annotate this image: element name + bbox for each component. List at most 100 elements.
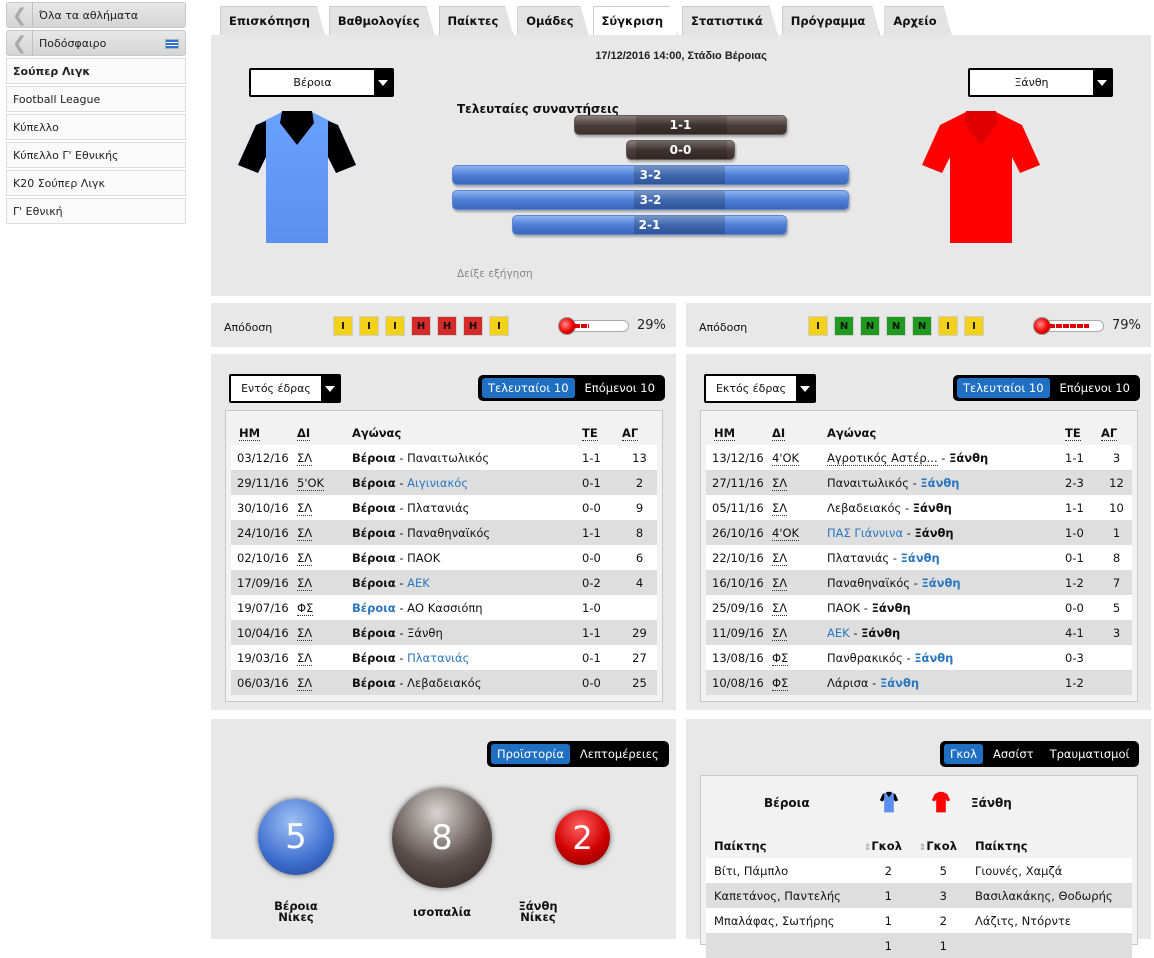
away-player[interactable]: Βασιλακάκης, Θοδωρής	[961, 883, 1132, 908]
form-result-badge[interactable]: I	[333, 316, 353, 336]
match-competition[interactable]: ΣΛ	[297, 675, 313, 691]
match-row[interactable]: 13/08/16 ΦΣ Πανθρακικός - Ξάνθη 0-3	[706, 645, 1132, 670]
match-competition[interactable]: ΣΛ	[772, 475, 788, 491]
team-2[interactable]: Ξάνθη	[913, 501, 952, 515]
match-competition[interactable]: ΣΛ	[772, 625, 788, 641]
match-row[interactable]: 16/10/16 ΣΛ Παναθηναϊκός - Ξάνθη 1-2 7	[706, 570, 1132, 595]
form-result-badge[interactable]: H	[437, 316, 457, 336]
team-2[interactable]: Πλατανιάς	[407, 651, 469, 665]
form-result-badge[interactable]: H	[463, 316, 483, 336]
team-2[interactable]: Πλατανιάς	[407, 501, 469, 515]
goals-button[interactable]: Γκολ	[944, 744, 984, 764]
col-competition[interactable]: ΔΙ	[297, 426, 311, 441]
col-away-goals[interactable]: ⇕Γκολ	[906, 828, 961, 858]
home-venue-select[interactable]: Εντός έδρας	[229, 374, 341, 403]
form-result-badge[interactable]: I	[385, 316, 405, 336]
match-row[interactable]: 17/09/16 ΣΛ Βέροια - ΑΕΚ 0-2 4	[231, 570, 657, 595]
match-competition[interactable]: ΣΛ	[772, 550, 788, 566]
sidebar-back-football[interactable]: ❮ Ποδόσφαιρο	[6, 30, 186, 56]
away-last10-button[interactable]: Τελευταίοι 10	[957, 378, 1050, 398]
form-result-badge[interactable]: I	[964, 316, 984, 336]
match-competition[interactable]: ΣΛ	[772, 500, 788, 516]
team-1[interactable]: ΠΑΟΚ	[827, 601, 860, 615]
team-1[interactable]: Βέροια	[352, 676, 396, 690]
history-button[interactable]: Προϊστορία	[491, 744, 570, 764]
match-competition[interactable]: ΣΛ	[297, 525, 313, 541]
show-explanation-link[interactable]: Δείξε εξήγηση	[457, 268, 533, 280]
team-2[interactable]: Λεβαδειακός	[407, 676, 481, 690]
col-date[interactable]: ΗΜ	[239, 426, 261, 441]
team-2[interactable]: Ξάνθη	[872, 601, 911, 615]
col-round[interactable]: ΑΓ	[1101, 426, 1118, 441]
team-1[interactable]: Βέροια	[352, 601, 396, 615]
match-row[interactable]: 27/11/16 ΣΛ Παναιτωλικός - Ξάνθη 2-3 12	[706, 470, 1132, 495]
home-player[interactable]: Καπετάνος, Παντελής	[706, 883, 851, 908]
away-player[interactable]: Γιουνές, Χαμζά	[961, 858, 1132, 883]
match-row[interactable]: 26/10/16 4'ΟΚ ΠΑΣ Γιάννινα - Ξάνθη 1-0 1	[706, 520, 1132, 545]
injuries-button[interactable]: Τραυματισμοί	[1044, 744, 1136, 764]
team-1[interactable]: Βέροια	[352, 476, 396, 490]
meeting-bar[interactable]: 2-1	[512, 215, 787, 235]
team-1[interactable]: ΠΑΣ Γιάννινα	[827, 526, 903, 540]
team-1[interactable]: Λεβαδειακός	[827, 501, 901, 515]
team-1[interactable]: Λάρισα	[827, 676, 869, 690]
match-row[interactable]: 05/11/16 ΣΛ Λεβαδειακός - Ξάνθη 1-1 10	[706, 495, 1132, 520]
meeting-bar[interactable]: 0-0	[626, 140, 735, 160]
sidebar-item-cup[interactable]: Κύπελλο	[6, 114, 186, 140]
col-competition[interactable]: ΔΙ	[772, 426, 786, 441]
match-competition[interactable]: ΣΛ	[772, 575, 788, 591]
team-1[interactable]: Αγροτικός Αστέρ...	[827, 450, 938, 466]
col-date[interactable]: ΗΜ	[714, 426, 736, 441]
form-result-badge[interactable]: I	[359, 316, 379, 336]
team-2[interactable]: Ξάνθη	[407, 626, 443, 640]
tab-teams[interactable]: Ομάδες	[517, 6, 588, 35]
match-row[interactable]: 11/09/16 ΣΛ ΑΕΚ - Ξάνθη 4-1 3	[706, 620, 1132, 645]
assists-button[interactable]: Ασσίστ	[987, 744, 1040, 764]
team-2[interactable]: Παναθηναϊκός	[407, 526, 490, 540]
team-1[interactable]: Βέροια	[352, 551, 396, 565]
form-result-badge[interactable]: N	[886, 316, 906, 336]
match-competition[interactable]: ΣΛ	[297, 575, 313, 591]
match-competition[interactable]: ΦΣ	[772, 675, 789, 691]
team-2[interactable]: Ξάνθη	[901, 551, 940, 565]
team-2[interactable]: ΑΟ Κασσιόπη	[407, 601, 482, 615]
tab-archive[interactable]: Αρχείο	[884, 6, 951, 35]
team-1[interactable]: Βέροια	[352, 501, 396, 515]
sidebar-item-super-league[interactable]: Σούπερ Λιγκ	[6, 58, 186, 84]
match-row[interactable]: 22/10/16 ΣΛ Πλατανιάς - Ξάνθη 0-1 8	[706, 545, 1132, 570]
meeting-bar[interactable]: 1-1	[574, 115, 787, 135]
match-competition[interactable]: ΦΣ	[297, 600, 314, 616]
match-row[interactable]: 03/12/16 ΣΛ Βέροια - Παναιτωλικός 1-1 13	[231, 445, 657, 470]
home-player[interactable]: Μπαλάφας, Σωτήρης	[706, 908, 851, 933]
team-2[interactable]: Ξάνθη	[914, 651, 953, 665]
col-round[interactable]: ΑΓ	[622, 426, 639, 441]
home-player[interactable]: Βίτι, Πάμπλο	[706, 858, 851, 883]
form-result-badge[interactable]: H	[411, 316, 431, 336]
match-competition[interactable]: 4'ΟΚ	[772, 450, 800, 466]
sidebar-item-football-league[interactable]: Football League	[6, 86, 186, 112]
sidebar-item-gamma-ethniki[interactable]: Γ' Εθνική	[6, 198, 186, 224]
match-competition[interactable]: ΣΛ	[297, 625, 313, 641]
details-button[interactable]: Λεπτομέρειες	[574, 744, 665, 764]
match-row[interactable]: 19/07/16 ΦΣ Βέροια - ΑΟ Κασσιόπη 1-0	[231, 595, 657, 620]
tab-overview[interactable]: Επισκόπηση	[220, 6, 325, 35]
form-result-badge[interactable]: I	[489, 316, 509, 336]
home-team-select[interactable]: Βέροια	[249, 68, 394, 97]
meeting-bar[interactable]: 3-2	[452, 190, 849, 210]
match-competition[interactable]: 4'ΟΚ	[772, 525, 800, 541]
sidebar-item-k20[interactable]: K20 Σούπερ Λιγκ	[6, 170, 186, 196]
match-competition[interactable]: ΣΛ	[772, 600, 788, 616]
team-1[interactable]: Βέροια	[352, 626, 396, 640]
form-result-badge[interactable]: N	[912, 316, 932, 336]
form-result-badge[interactable]: N	[834, 316, 854, 336]
team-2[interactable]: ΑΕΚ	[407, 576, 430, 590]
match-row[interactable]: 25/09/16 ΣΛ ΠΑΟΚ - Ξάνθη 0-0 5	[706, 595, 1132, 620]
match-row[interactable]: 29/11/16 5'ΟΚ Βέροια - Αιγινιακός 0-1 2	[231, 470, 657, 495]
tab-players[interactable]: Παίκτες	[439, 6, 514, 35]
home-next10-button[interactable]: Επόμενοι 10	[579, 378, 661, 398]
team-1[interactable]: Βέροια	[352, 651, 396, 665]
away-next10-button[interactable]: Επόμενοι 10	[1054, 378, 1136, 398]
match-row[interactable]: 30/10/16 ΣΛ Βέροια - Πλατανιάς 0-0 9	[231, 495, 657, 520]
form-result-badge[interactable]: I	[808, 316, 828, 336]
away-venue-select[interactable]: Εκτός έδρας	[704, 374, 816, 403]
